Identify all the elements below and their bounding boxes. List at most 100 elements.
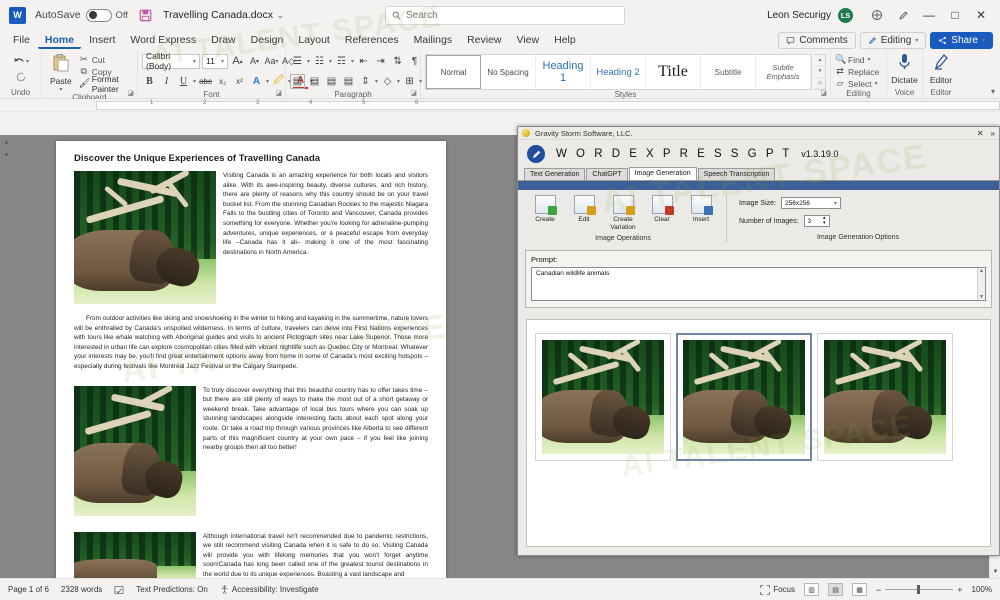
strikethrough-button[interactable]: abc — [198, 74, 213, 89]
underline-caret-icon[interactable]: ▾ — [193, 78, 196, 85]
prompt-input[interactable]: Canadian wildlife animals ▲ ▼ — [531, 267, 986, 301]
styles-gallery-scroll[interactable]: ▴ ▾ ▭ — [815, 54, 826, 90]
numbered-list-icon[interactable]: ☷ — [312, 54, 327, 69]
menu-item-review[interactable]: Review — [460, 32, 508, 48]
document-image-2[interactable] — [74, 385, 196, 516]
bullet-caret-icon[interactable]: ▾ — [307, 58, 310, 65]
shading-icon[interactable]: ◇ — [380, 74, 395, 89]
autosave-toggle[interactable] — [85, 8, 112, 22]
pen-icon[interactable] — [890, 4, 916, 26]
select-caret-icon[interactable]: ▾ — [875, 80, 878, 87]
multilevel-list-icon[interactable]: ☶ — [334, 54, 349, 69]
style-subtle-emphasis[interactable]: Subtle Emphasis — [756, 55, 811, 89]
find-caret-icon[interactable]: ▾ — [868, 56, 871, 63]
page-indicator[interactable]: Page 1 of 6 — [8, 585, 49, 594]
paste-caret-icon[interactable]: ▾ — [59, 86, 62, 93]
user-name[interactable]: Leon Securigy — [767, 10, 831, 21]
cut-button[interactable]: ✂ Cut — [79, 54, 133, 65]
paste-button[interactable]: Paste ▾ — [46, 52, 76, 93]
window-minimize-button[interactable]: — — [916, 4, 942, 26]
style-heading-1[interactable]: Heading 1 — [536, 55, 591, 89]
save-icon[interactable] — [138, 8, 152, 22]
help-icon[interactable] — [864, 4, 890, 26]
document-name[interactable]: Travelling Canada.docx — [163, 9, 273, 21]
align-left-icon[interactable]: ▤ — [290, 73, 305, 89]
menu-item-layout[interactable]: Layout — [291, 32, 337, 48]
word-count[interactable]: 2328 words — [61, 585, 102, 594]
menu-item-mailings[interactable]: Mailings — [407, 32, 460, 48]
insert-image-button[interactable]: Insert — [684, 195, 718, 231]
print-layout-icon[interactable]: ▤ — [828, 583, 843, 596]
image-size-caret-icon[interactable]: ▾ — [834, 200, 837, 207]
menu-item-design[interactable]: Design — [244, 32, 291, 48]
replace-button[interactable]: ⇄ Replace — [835, 66, 879, 77]
redo-icon[interactable] — [10, 69, 32, 84]
focus-button[interactable]: Focus — [760, 584, 795, 595]
change-case-icon[interactable]: Aa ▾ — [264, 54, 279, 69]
zoom-track[interactable] — [885, 585, 954, 594]
web-layout-icon[interactable]: ▦ — [852, 583, 867, 596]
text-effects-button[interactable]: A — [249, 74, 264, 89]
font-family-select[interactable]: Calibri (Body) ▾ — [142, 51, 200, 71]
ruler-track[interactable] — [96, 101, 1000, 110]
zoom-level[interactable]: 100% — [972, 585, 992, 594]
clear-image-button[interactable]: Clear — [645, 195, 679, 231]
prompt-scroll-down-icon[interactable]: ▼ — [978, 294, 985, 300]
menu-item-word-express[interactable]: Word Express — [123, 32, 203, 48]
menu-item-draw[interactable]: Draw — [204, 32, 243, 48]
text-effects-caret-icon[interactable]: ▾ — [266, 78, 269, 85]
menu-item-file[interactable]: File — [6, 32, 37, 48]
align-right-icon[interactable]: ▤ — [324, 74, 339, 89]
menu-item-view[interactable]: View — [510, 32, 547, 48]
undo-icon[interactable]: ▾ — [10, 54, 32, 69]
style-heading-2[interactable]: Heading 2 — [591, 55, 646, 89]
menu-item-help[interactable]: Help — [547, 32, 583, 48]
window-close-button[interactable]: ✕ — [968, 4, 994, 26]
zoom-in-button[interactable]: + — [957, 585, 962, 595]
tab-image-generation[interactable]: Image Generation — [628, 167, 697, 180]
window-restore-button[interactable]: □ — [942, 4, 968, 26]
generated-image-1[interactable] — [535, 333, 671, 461]
document-name-caret-icon[interactable]: ⌄ — [277, 11, 284, 20]
find-button[interactable]: 🔍 Find ▾ — [835, 54, 879, 65]
bullet-list-icon[interactable]: ☰ — [290, 54, 305, 69]
superscript-button[interactable]: x² — [232, 74, 247, 89]
menu-item-insert[interactable]: Insert — [82, 32, 122, 48]
prompt-scroll-up-icon[interactable]: ▲ — [978, 268, 985, 274]
editing-button[interactable]: Editing ▾ — [859, 31, 927, 49]
paragraph-dialog-launcher[interactable]: ◪ — [410, 89, 417, 97]
subscript-button[interactable]: x₂ — [215, 74, 230, 89]
style-normal[interactable]: Normal — [426, 55, 481, 89]
dictate-button[interactable]: Dictate — [891, 52, 918, 85]
borders-icon[interactable]: ⊞ — [402, 74, 417, 89]
clipboard-dialog-launcher[interactable]: ◪ — [127, 89, 134, 97]
increase-indent-icon[interactable]: ⇥ — [373, 54, 388, 69]
italic-button[interactable]: I — [159, 74, 174, 89]
bold-button[interactable]: B — [142, 74, 157, 89]
style-title[interactable]: Title — [646, 55, 701, 89]
underline-button[interactable]: U — [176, 74, 191, 89]
prompt-scrollbar[interactable]: ▲ ▼ — [977, 268, 985, 300]
scroll-down-icon[interactable]: ▼ — [990, 565, 1000, 578]
tab-text-generation[interactable]: Text Generation — [524, 168, 586, 180]
avatar[interactable]: LS — [838, 7, 853, 23]
text-predictions-status[interactable]: Text Predictions: On — [136, 585, 208, 594]
panel-expand-icon[interactable]: » — [991, 129, 995, 138]
sort-icon[interactable]: ⇅ — [390, 54, 405, 69]
gutter-up-icon[interactable]: ▴ — [0, 135, 13, 148]
search-input[interactable]: Search — [385, 6, 625, 25]
font-size-caret-icon[interactable]: ▾ — [221, 58, 224, 65]
format-painter-button[interactable]: 🖌 Format Painter — [79, 74, 133, 94]
text-highlight-button[interactable]: 🖉 — [271, 74, 286, 89]
styles-dialog-launcher[interactable]: ◪ — [820, 89, 827, 97]
justify-icon[interactable]: ▤ — [341, 74, 356, 89]
number-of-images-stepper[interactable]: 3 ▴ ▾ — [803, 215, 830, 227]
zoom-thumb[interactable] — [917, 585, 921, 594]
editing-caret-icon[interactable]: ▾ — [915, 37, 918, 44]
document-image-3[interactable] — [74, 531, 196, 578]
shading-caret-icon[interactable]: ▾ — [397, 78, 400, 85]
ribbon-collapse-icon[interactable]: ▾ — [991, 87, 995, 96]
styles-more-icon[interactable]: ▭ — [815, 78, 825, 89]
share-button[interactable]: Share ▾ — [930, 31, 993, 49]
shrink-font-icon[interactable]: A ▾ — [247, 54, 262, 69]
